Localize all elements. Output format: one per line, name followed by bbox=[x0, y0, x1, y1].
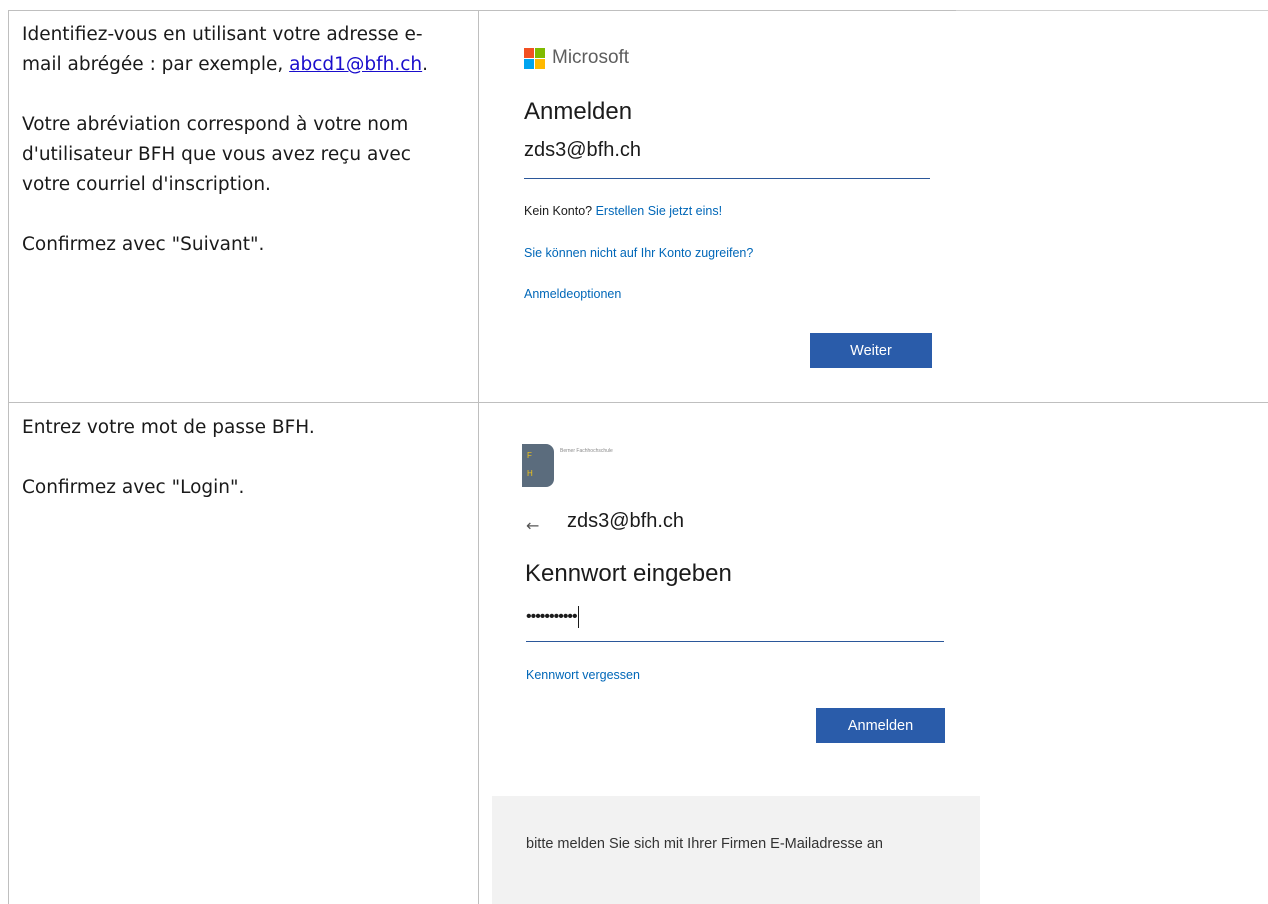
instruction-paragraph: Identifiez-vous en utilisant votre adres… bbox=[22, 20, 462, 80]
microsoft-logo-square bbox=[524, 58, 534, 69]
column-divider bbox=[478, 10, 479, 904]
create-account-link[interactable]: Erstellen Sie jetzt eins! bbox=[596, 204, 722, 218]
instruction-paragraph-password: Entrez votre mot de passe BFH. bbox=[22, 417, 315, 438]
bfh-logo: F H Berner Fachhochschule bbox=[522, 444, 632, 490]
no-account-row: Kein Konto? Erstellen Sie jetzt eins! bbox=[524, 204, 722, 218]
row1-instructions: Identifiez-vous en utilisant votre adres… bbox=[22, 20, 462, 290]
table-top-border-right bbox=[956, 10, 1268, 11]
microsoft-signin-screenshot: Microsoft Anmelden zds3@bfh.ch Kein Kont… bbox=[490, 14, 955, 399]
microsoft-logo-square bbox=[535, 58, 545, 69]
instruction-paragraph-login: Confirmez avec "Login". bbox=[22, 477, 245, 498]
instruction-text-end: . bbox=[422, 54, 429, 75]
table-left-border bbox=[8, 10, 9, 904]
bfh-logo-letter-h: H bbox=[527, 469, 533, 478]
row-divider bbox=[8, 402, 1268, 403]
next-button[interactable]: Weiter bbox=[810, 333, 932, 368]
password-input[interactable]: ••••••••••• bbox=[526, 606, 579, 628]
footer-info-box: bitte melden Sie sich mit Ihrer Firmen E… bbox=[492, 796, 980, 904]
footer-info-text: bitte melden Sie sich mit Ihrer Firmen E… bbox=[526, 836, 883, 852]
microsoft-logo-square bbox=[535, 47, 545, 58]
cant-access-account-link[interactable]: Sie können nicht auf Ihr Konto zugreifen… bbox=[524, 246, 753, 260]
identity-email: zds3@bfh.ch bbox=[567, 510, 685, 532]
username-input-underline bbox=[524, 178, 930, 179]
bfh-logo-letter-f: F bbox=[527, 451, 532, 460]
forgot-password-link[interactable]: Kennwort vergessen bbox=[526, 668, 640, 682]
example-email-link[interactable]: abcd1@bfh.ch bbox=[289, 54, 422, 75]
text-cursor bbox=[577, 606, 579, 628]
password-input-underline bbox=[526, 641, 944, 642]
table-top-border bbox=[8, 10, 956, 11]
password-title: Kennwort eingeben bbox=[525, 560, 732, 587]
microsoft-wordmark: Microsoft bbox=[552, 47, 630, 68]
signin-button[interactable]: Anmelden bbox=[816, 708, 945, 743]
back-arrow-icon[interactable]: ← bbox=[526, 516, 539, 535]
username-input[interactable]: zds3@bfh.ch bbox=[524, 139, 641, 162]
microsoft-logo: Microsoft bbox=[524, 47, 629, 69]
password-dots: ••••••••••• bbox=[526, 608, 578, 626]
microsoft-logo-square bbox=[524, 47, 534, 58]
signin-title: Anmelden bbox=[524, 98, 633, 125]
no-account-text: Kein Konto? bbox=[524, 204, 593, 218]
instruction-paragraph-3: Confirmez avec "Suivant". bbox=[22, 234, 265, 255]
microsoft-logo-icon bbox=[524, 47, 545, 69]
instruction-paragraph-2: Votre abréviation correspond à votre nom… bbox=[22, 114, 411, 195]
signin-options-link[interactable]: Anmeldeoptionen bbox=[524, 287, 621, 301]
row2-instructions: Entrez votre mot de passe BFH. Confirmez… bbox=[22, 413, 462, 533]
bfh-logo-text: Berner Fachhochschule bbox=[560, 448, 613, 454]
bfh-password-screenshot: F H Berner Fachhochschule ← zds3@bfh.ch … bbox=[492, 406, 980, 904]
